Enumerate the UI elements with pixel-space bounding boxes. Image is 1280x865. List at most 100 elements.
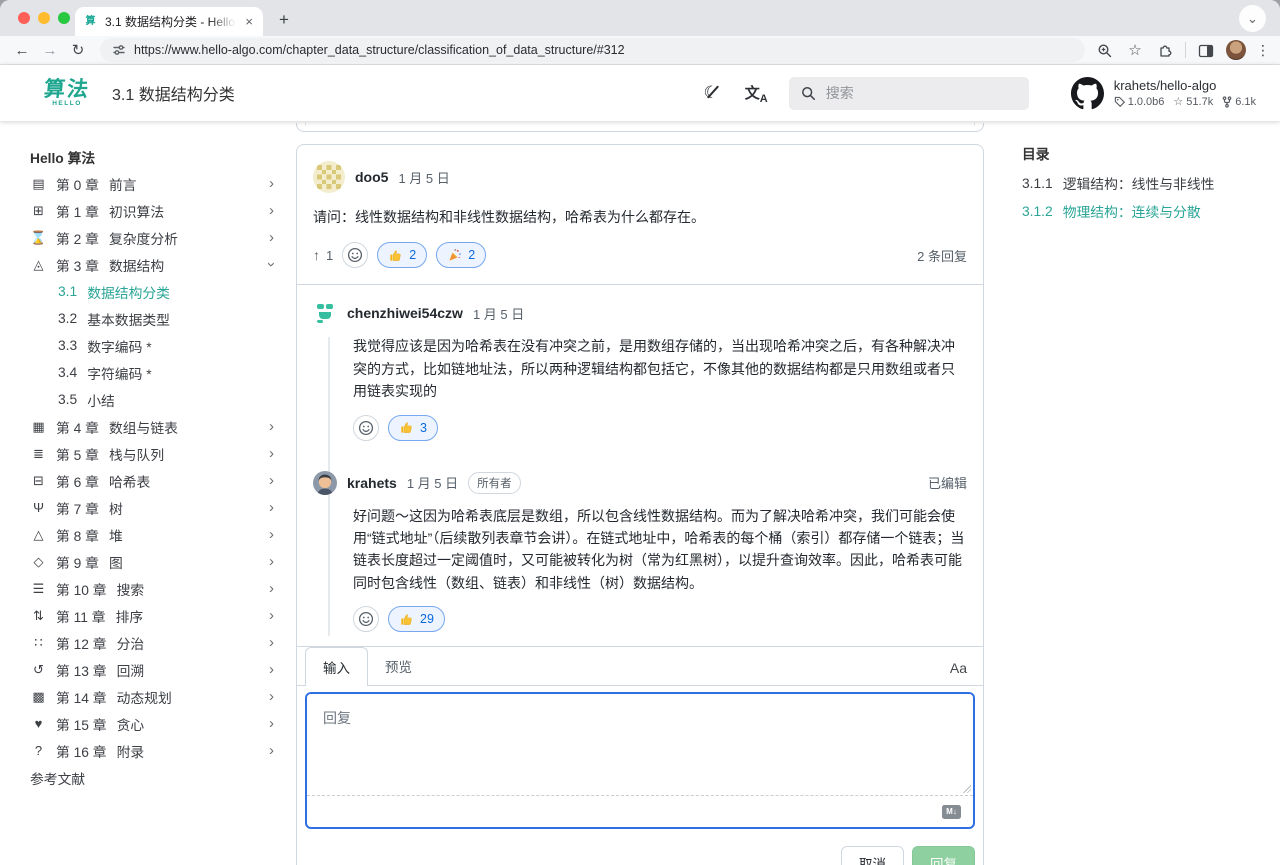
toc-item-3.1.1[interactable]: 3.1.1逻辑结构：线性与非线性 [1022,169,1280,197]
sidebar-item-搜索[interactable]: ☰第 10 章搜索› [30,575,282,602]
bookmark-star-icon[interactable]: ☆ [1125,41,1145,59]
appendix-icon: ? [30,743,47,758]
tab-close-icon[interactable]: × [243,14,255,29]
sidebar-item-树[interactable]: Ψ第 7 章树› [30,494,282,521]
add-reaction-button[interactable] [353,415,379,441]
sidebar-item-复杂度分析[interactable]: ⌛第 2 章复杂度分析› [30,224,282,251]
sort-icon: ⇅ [30,608,47,624]
upvote-button[interactable]: ↑ 1 [313,247,333,263]
sidebar-item-图[interactable]: ◇第 9 章图› [30,548,282,575]
window-close-button[interactable] [18,12,30,24]
sidebar-item-排序[interactable]: ⇅第 11 章排序› [30,602,282,629]
sidebar-item-附录[interactable]: ?第 16 章附录› [30,737,282,764]
resize-grip[interactable] [963,785,971,793]
reaction-count: 2 [409,248,416,262]
site-logo[interactable]: 算法 HELLO [44,79,90,108]
reaction-pill-thumbs-up[interactable]: 3 [388,415,438,441]
toc-item-3.1.2[interactable]: 3.1.2物理结构：连续与分散 [1022,197,1280,225]
back-button[interactable]: ← [10,42,34,59]
thumbs-up-icon [399,612,414,627]
sidebar-item-贪心[interactable]: ♥第 15 章贪心› [30,710,282,737]
browser-tab[interactable]: 算 3.1 数据结构分类 - Hello 算法 × [75,7,263,36]
theme-toggle-icon[interactable]: ☾ [703,83,718,103]
reply-textarea-wrap: M↓ [305,692,975,829]
sidebar-item-哈希表[interactable]: ⊟第 6 章哈希表› [30,467,282,494]
chevron-down-icon: › [263,262,280,267]
search-box[interactable] [789,77,1029,110]
chrome-menu-icon[interactable]: ⋮ [1256,42,1270,59]
tab-preview[interactable]: 预览 [368,647,429,685]
sidebar-item-字符编码 *[interactable]: 3.4字符编码 * [30,359,282,386]
star-icon: ☆ [1173,95,1183,108]
previous-comment-card-edge [296,123,984,132]
reaction-pill-party-popper[interactable]: 2 [436,242,486,268]
sidebar-item-堆[interactable]: △第 8 章堆› [30,521,282,548]
sidebar-item-数据结构[interactable]: ◬第 3 章数据结构› [30,251,282,278]
sidebar-item-基本数据类型[interactable]: 3.2基本数据类型 [30,305,282,332]
avatar-chenzhiwei54czw[interactable] [313,301,337,325]
toc-item-number: 3.1.1 [1022,176,1053,191]
site-settings-icon[interactable] [112,43,126,57]
sidebar-item-数组与链表[interactable]: ▦第 4 章数组与链表› [30,413,282,440]
profile-avatar[interactable] [1226,40,1246,60]
reload-button[interactable]: ↻ [66,41,90,59]
reply-textarea[interactable] [307,694,973,794]
side-panel-icon[interactable] [1196,41,1216,58]
item-label: 搜索 [117,579,269,599]
item-label: 动态规划 [117,687,269,707]
reply-1: chenzhiwei54czw 1 月 5 日 我觉得应该是因为哈希表在没有冲突… [297,285,983,454]
window-chevron-button[interactable]: ⌄ [1239,5,1266,32]
markdown-icon[interactable]: M↓ [942,805,961,819]
search-input[interactable] [826,85,986,101]
sidebar-site-title[interactable]: Hello 算法 [30,143,282,170]
reaction-count: 29 [420,612,434,626]
add-reaction-button[interactable] [353,606,379,632]
reaction-count: 3 [420,421,427,435]
item-label: 数字编码 * [87,336,282,356]
zoom-icon[interactable] [1095,41,1115,58]
cancel-button[interactable]: 取消 [841,846,904,865]
text-format-button[interactable]: Aa [950,660,967,685]
sidebar-item-栈与队列[interactable]: ≣第 5 章栈与队列› [30,440,282,467]
item-label: 前言 [109,174,269,194]
chevron-right-icon: › [269,175,274,192]
reply-author[interactable]: chenzhiwei54czw [347,305,463,321]
sidebar-item-小结[interactable]: 3.5小结 [30,386,282,413]
chevron-right-icon: › [269,634,274,651]
reaction-list: 22 [377,242,486,268]
translate-icon[interactable]: 文A [745,82,768,105]
add-reaction-button[interactable] [342,242,368,268]
sidebar-item-初识算法[interactable]: ⊞第 1 章初识算法› [30,197,282,224]
reply-author[interactable]: krahets [347,475,397,491]
url-bar[interactable]: https://www.hello-algo.com/chapter_data_… [100,38,1085,62]
sidebar-item-数字编码 *[interactable]: 3.3数字编码 * [30,332,282,359]
item-number: 第 1 章 [56,201,99,221]
sidebar-item-动态规划[interactable]: ▩第 14 章动态规划› [30,683,282,710]
dynamic-programming-icon: ▩ [30,689,47,705]
reply-submit-button[interactable]: 回复 [912,846,975,865]
window-zoom-button[interactable] [58,12,70,24]
sidebar-item-参考文献[interactable]: 参考文献 [30,764,282,791]
sidebar-item-前言[interactable]: ▤第 0 章前言› [30,170,282,197]
github-icon [1071,77,1104,110]
reaction-pill-thumbs-up[interactable]: 2 [377,242,427,268]
item-label: 数据结构 [109,255,269,275]
sidebar-item-数据结构分类[interactable]: 3.1数据结构分类 [30,278,282,305]
avatar-krahets[interactable] [313,471,337,495]
shapes-icon: ◬ [30,257,47,273]
comment-author[interactable]: doo5 [355,169,388,185]
avatar-doo5[interactable] [313,161,345,193]
forward-button[interactable]: → [38,42,62,59]
github-repo-link[interactable]: krahets/hello-algo 1.0.0b6 ☆51.7k 6.1k [1071,77,1256,110]
new-tab-button[interactable]: + [271,7,297,33]
extensions-puzzle-icon[interactable] [1155,41,1175,59]
browser-window: 算 3.1 数据结构分类 - Hello 算法 × + ⌄ ← → ↻ http… [0,0,1280,865]
reply-body: 我觉得应该是因为哈希表在没有冲突之前，是用数组存储的，当出现哈希冲突之后，有各种… [353,335,967,402]
repo-forks: 6.1k [1235,96,1256,108]
tab-write[interactable]: 输入 [305,647,368,686]
window-minimize-button[interactable] [38,12,50,24]
reaction-pill-thumbs-up[interactable]: 29 [388,606,445,632]
sidebar-item-分治[interactable]: ∷第 12 章分治› [30,629,282,656]
site-header: 算法 HELLO 3.1 数据结构分类 ☾ 文A krahets/hello-a… [0,65,1280,121]
sidebar-item-回溯[interactable]: ↺第 13 章回溯› [30,656,282,683]
